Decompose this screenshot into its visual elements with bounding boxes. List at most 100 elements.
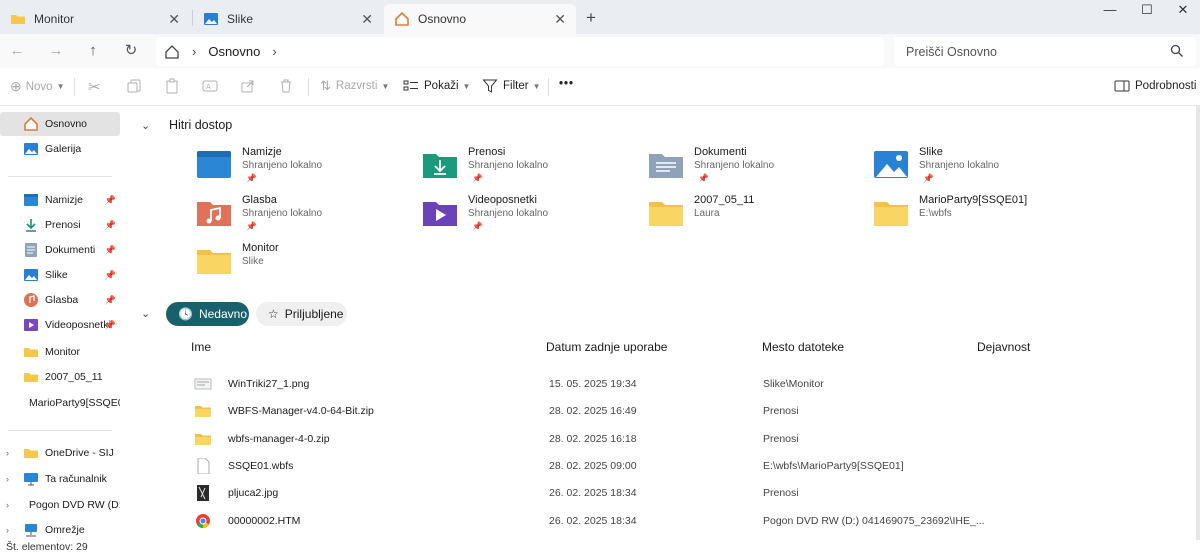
close-tab-icon[interactable]: ✕ [361, 11, 373, 28]
sidebar-item-galerija[interactable]: Galerija [0, 137, 120, 161]
view-button[interactable]: Pokaži ▼ [403, 78, 470, 94]
recent-filter-chip[interactable]: 🕓 Nedavno [166, 302, 249, 326]
quick-access-item[interactable]: Glasba Shranjeno lokalno 📌 [196, 194, 416, 240]
toolbar-divider [308, 78, 309, 96]
sidebar-item-dokumenti[interactable]: Dokumenti 📌 [0, 238, 120, 262]
cut-button[interactable]: ✂ [88, 78, 101, 96]
chevron-right-icon[interactable]: › [6, 448, 9, 458]
documents-icon [25, 243, 37, 257]
tab-label: Monitor [34, 12, 75, 26]
table-row[interactable]: WinTriki27_1.png 15. 05. 2025 19:34 Slik… [190, 372, 1190, 396]
recent-section-toggle[interactable]: ⌄ [141, 307, 157, 320]
pin-icon: 📌 [923, 173, 934, 183]
close-button[interactable]: ✕ [1163, 2, 1200, 22]
column-header-date[interactable]: Datum zadnje uporabe [546, 340, 667, 354]
pin-icon[interactable]: 📌 [105, 195, 116, 206]
sidebar-item-onedrive[interactable]: › OneDrive - SIJ [0, 441, 120, 465]
quick-access-item[interactable]: MarioParty9[SSQE01] E:\wbfs [873, 194, 1093, 240]
sort-button[interactable]: ⇅ Razvrsti ▼ [320, 78, 389, 94]
chevron-right-icon[interactable]: › [272, 44, 276, 59]
quick-access-item[interactable]: Videoposnetki Shranjeno lokalno 📌 [422, 194, 642, 240]
close-tab-icon[interactable]: ✕ [168, 11, 180, 28]
sidebar-item-ta-racunalnik[interactable]: › Ta računalnik [0, 467, 120, 491]
quick-access-subtitle: Slike [242, 256, 264, 267]
sidebar-item-2007-05-11[interactable]: 2007_05_11 [0, 365, 120, 389]
share-button[interactable] [240, 78, 256, 94]
tab-osnovno[interactable]: Osnovno ✕ [384, 4, 576, 34]
pin-icon[interactable]: 📌 [105, 245, 116, 256]
details-pane-button[interactable]: Podrobnosti [1114, 78, 1196, 94]
navigation-bar: ← → ↑ ↻ › Osnovno › Preišči Osnovno [0, 34, 1200, 68]
filter-button[interactable]: Filter ▼ [482, 78, 540, 94]
table-row[interactable]: pljuca2.jpg 26. 02. 2025 18:34 Prenosi [190, 481, 1190, 505]
table-row[interactable]: wbfs-manager-4-0.zip 28. 02. 2025 16:18 … [190, 427, 1190, 451]
quick-access-item[interactable]: Namizje Shranjeno lokalno 📌 [196, 146, 416, 192]
sidebar-item-osnovno[interactable]: Osnovno [0, 112, 120, 136]
more-options-button[interactable]: ••• [559, 78, 574, 90]
close-tab-icon[interactable]: ✕ [554, 11, 566, 28]
sidebar-item-glasba[interactable]: Glasba 📌 [0, 288, 120, 312]
maximize-button[interactable]: ☐ [1127, 2, 1167, 22]
chevron-right-icon[interactable]: › [6, 474, 9, 484]
new-tab-button[interactable]: + [586, 8, 596, 28]
pin-icon[interactable]: 📌 [105, 270, 116, 281]
forward-button[interactable]: → [45, 40, 67, 62]
address-bar[interactable]: › Osnovno › [156, 37, 884, 66]
quick-access-item[interactable]: Prenosi Shranjeno lokalno 📌 [422, 146, 642, 192]
column-header-location[interactable]: Mesto datoteke [762, 340, 844, 354]
refresh-button[interactable]: ↻ [120, 40, 142, 62]
file-name: wbfs-manager-4-0.zip [228, 433, 330, 445]
chevron-down-icon[interactable]: ⌄ [141, 307, 157, 320]
pin-icon[interactable]: 📌 [105, 220, 116, 231]
back-button[interactable]: ← [6, 40, 28, 62]
sidebar-item-slike[interactable]: Slike 📌 [0, 263, 120, 287]
minimize-button[interactable]: — [1090, 2, 1130, 22]
toolbar-divider [548, 78, 549, 96]
pin-icon[interactable]: 📌 [105, 320, 116, 331]
pin-icon: 📌 [698, 173, 709, 183]
new-button[interactable]: ⊕ Novo ▼ [10, 78, 65, 95]
up-button[interactable]: ↑ [82, 40, 104, 62]
column-header-name[interactable]: Ime [191, 340, 211, 354]
sidebar-item-namizje[interactable]: Namizje 📌 [0, 188, 120, 212]
vertical-scrollbar[interactable] [1196, 106, 1200, 540]
pin-icon[interactable]: 📌 [105, 295, 116, 306]
rename-button[interactable]: A [202, 78, 218, 94]
paste-button[interactable] [164, 78, 180, 94]
quick-access-item[interactable]: 2007_05_11 Laura [648, 194, 868, 240]
sort-label: Razvrsti [335, 80, 378, 92]
chevron-right-icon[interactable]: › [6, 525, 9, 535]
file-location: Pogon DVD RW (D:) 041469075_23692\IHE_..… [763, 515, 985, 527]
sidebar-item-label: Glasba [45, 294, 79, 306]
quick-access-item[interactable]: Dokumenti Shranjeno lokalno 📌 [648, 146, 868, 192]
sidebar-item-videoposnetki[interactable]: Videoposnetki 📌 [0, 313, 120, 337]
chrome-html-icon [196, 514, 210, 529]
chevron-down-icon: ▼ [381, 81, 390, 91]
sidebar-item-monitor[interactable]: Monitor [0, 340, 120, 364]
sidebar-item-omrezje[interactable]: › Omrežje [0, 518, 120, 542]
chevron-right-icon[interactable]: › [6, 500, 9, 510]
sidebar-item-label: Osnovno [45, 118, 88, 130]
quick-access-item[interactable]: Monitor Slike [196, 242, 416, 288]
favorites-filter-chip[interactable]: ☆ Priljubljene [256, 302, 347, 326]
breadcrumb-segment[interactable]: Osnovno [208, 44, 260, 59]
chevron-down-icon[interactable]: ⌄ [141, 119, 157, 132]
sidebar-item-label: Pogon DVD RW (D: [29, 499, 120, 511]
quick-access-header[interactable]: ⌄ Hitri dostop [141, 118, 232, 132]
quick-access-item[interactable]: Slike Shranjeno lokalno 📌 [873, 146, 1093, 192]
sidebar-item-prenosi[interactable]: Prenosi 📌 [0, 213, 120, 237]
column-header-activity[interactable]: Dejavnost [977, 340, 1030, 354]
sidebar-item-dvd-drive[interactable]: › Pogon DVD RW (D: [0, 493, 120, 517]
tab-monitor[interactable]: Monitor ✕ [0, 4, 190, 34]
delete-button[interactable] [278, 78, 294, 94]
copy-button[interactable] [126, 78, 142, 94]
pin-icon: 📌 [472, 173, 483, 183]
table-row[interactable]: SSQE01.wbfs 28. 02. 2025 09:00 E:\wbfs\M… [190, 454, 1190, 478]
tab-slike[interactable]: Slike ✕ [193, 4, 383, 34]
sidebar-item-marioparty9[interactable]: MarioParty9[SSQE0 [0, 391, 120, 415]
sidebar-item-label: Videoposnetki [45, 319, 111, 331]
search-input[interactable]: Preišči Osnovno [894, 37, 1196, 66]
quick-access-subtitle: Laura [694, 208, 720, 219]
table-row[interactable]: 00000002.HTM 26. 02. 2025 18:34 Pogon DV… [190, 509, 1190, 533]
table-row[interactable]: WBFS-Manager-v4.0-64-Bit.zip 28. 02. 202… [190, 399, 1190, 423]
